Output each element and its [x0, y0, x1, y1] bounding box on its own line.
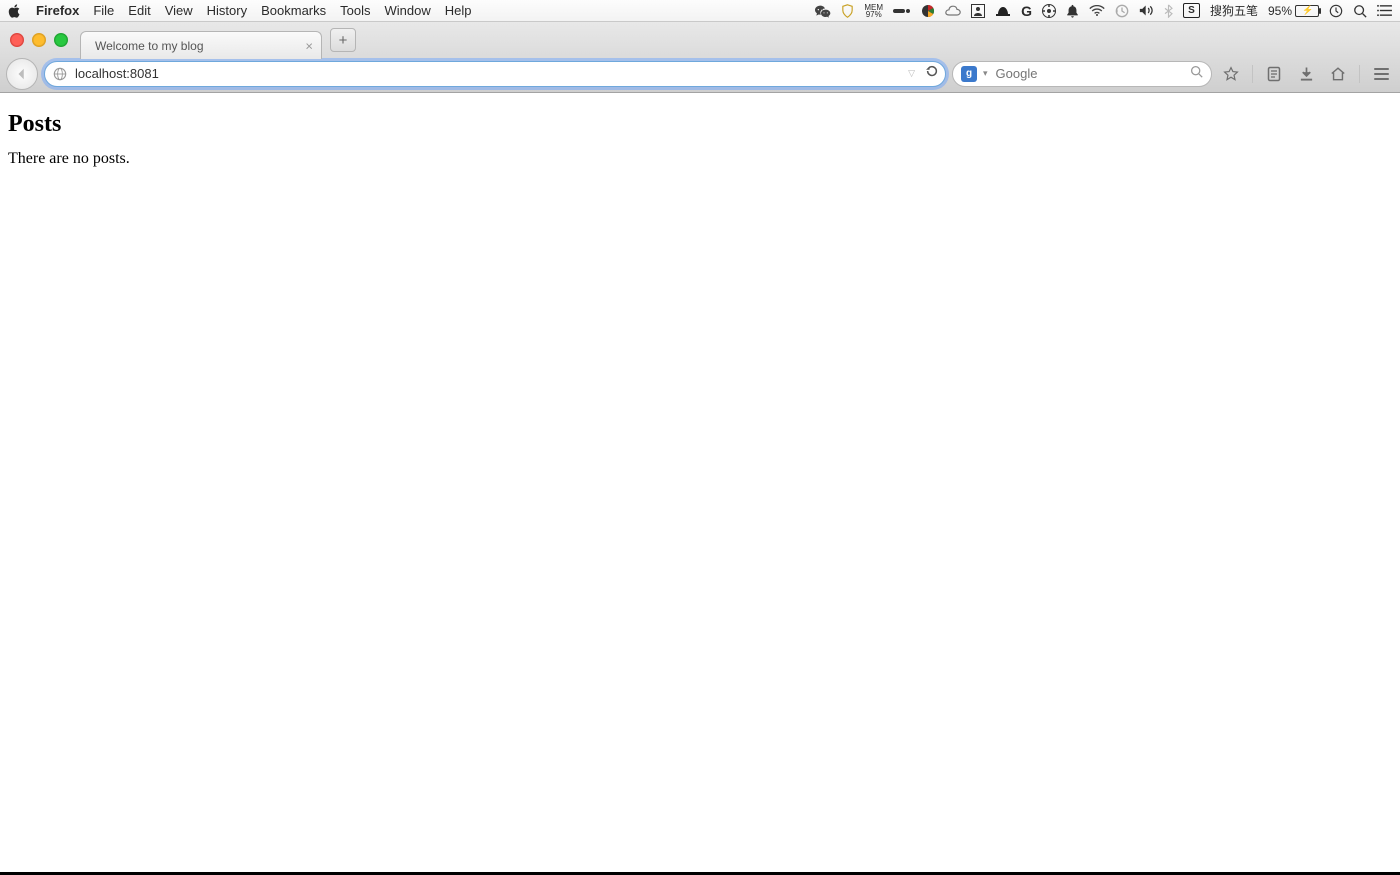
search-input[interactable]	[994, 65, 1184, 82]
memory-monitor[interactable]: MEM 97%	[864, 4, 883, 18]
tab-strip: Welcome to my blog × +	[0, 22, 1400, 58]
menu-help[interactable]: Help	[445, 3, 472, 18]
battery-percent: 95%	[1268, 4, 1292, 18]
tab-title: Welcome to my blog	[95, 39, 204, 53]
window-minimize-button[interactable]	[32, 33, 46, 47]
color-circle-icon[interactable]	[921, 4, 935, 18]
bluetooth-icon[interactable]	[1164, 4, 1173, 18]
page-heading: Posts	[8, 111, 1392, 138]
search-bar[interactable]: g ▾	[952, 61, 1212, 87]
menubar-app-name[interactable]: Firefox	[36, 3, 79, 18]
search-engine-dropdown-icon[interactable]: ▾	[983, 68, 988, 79]
toolbar-separator	[1252, 65, 1253, 83]
memory-value: 97%	[866, 11, 882, 18]
time-machine-icon[interactable]	[1115, 4, 1129, 18]
site-identity-icon[interactable]	[53, 67, 67, 81]
window-close-button[interactable]	[10, 33, 24, 47]
ime-name[interactable]: 搜狗五笔	[1210, 2, 1258, 19]
menu-file[interactable]: File	[93, 3, 114, 18]
address-bar[interactable]: ▽	[44, 61, 946, 87]
bookmark-star-button[interactable]	[1218, 61, 1244, 87]
menu-button[interactable]	[1368, 61, 1394, 87]
apple-logo-icon[interactable]	[8, 4, 22, 18]
bell-icon[interactable]	[1066, 4, 1079, 18]
menu-view[interactable]: View	[165, 3, 193, 18]
downloads-button[interactable]	[1293, 61, 1319, 87]
ime-indicator-icon[interactable]: S	[1183, 3, 1200, 18]
notification-center-icon[interactable]	[1377, 4, 1392, 17]
toolbar-separator	[1359, 65, 1360, 83]
spotlight-search-icon[interactable]	[1353, 4, 1367, 18]
tab-close-button[interactable]: ×	[305, 38, 313, 53]
battery-icon: ⚡	[1295, 5, 1319, 17]
gear-badge-icon[interactable]	[1042, 4, 1056, 18]
page-content: Posts There are no posts.	[0, 93, 1400, 184]
home-button[interactable]	[1325, 61, 1351, 87]
new-tab-button[interactable]: +	[330, 28, 356, 52]
hamburger-icon	[1374, 68, 1389, 80]
window-zoom-button[interactable]	[54, 33, 68, 47]
menu-edit[interactable]: Edit	[128, 3, 150, 18]
search-go-icon[interactable]	[1190, 65, 1203, 83]
url-input[interactable]	[73, 65, 908, 82]
g-logo-icon[interactable]: G	[1021, 3, 1032, 19]
menu-history[interactable]: History	[207, 3, 247, 18]
history-dropdown-icon[interactable]: ▽	[908, 68, 915, 79]
menu-window[interactable]: Window	[385, 3, 431, 18]
back-button[interactable]	[6, 58, 38, 90]
reload-button[interactable]	[925, 64, 939, 83]
boxed-person-icon[interactable]	[971, 4, 985, 18]
browser-tab[interactable]: Welcome to my blog ×	[80, 31, 322, 59]
browser-chrome: Welcome to my blog × + ▽	[0, 22, 1400, 93]
toggle-bar-icon[interactable]	[893, 7, 911, 15]
cloud-icon[interactable]	[945, 5, 961, 17]
shield-icon[interactable]	[841, 4, 854, 18]
mac-menubar: Firefox File Edit View History Bookmarks…	[0, 0, 1400, 22]
menu-tools[interactable]: Tools	[340, 3, 370, 18]
wechat-icon[interactable]	[815, 4, 831, 18]
clock-outline-icon[interactable]	[1329, 4, 1343, 18]
reader-clipboard-button[interactable]	[1261, 61, 1287, 87]
window-controls	[10, 33, 68, 47]
page-body-text: There are no posts.	[8, 150, 1392, 168]
battery-status[interactable]: 95% ⚡	[1268, 4, 1319, 18]
volume-icon[interactable]	[1139, 4, 1154, 17]
menu-bookmarks[interactable]: Bookmarks	[261, 3, 326, 18]
wifi-icon[interactable]	[1089, 5, 1105, 17]
hat-silhouette-icon[interactable]	[995, 5, 1011, 17]
browser-toolbar: ▽ g ▾	[0, 58, 1400, 92]
search-engine-icon[interactable]: g	[961, 66, 977, 82]
